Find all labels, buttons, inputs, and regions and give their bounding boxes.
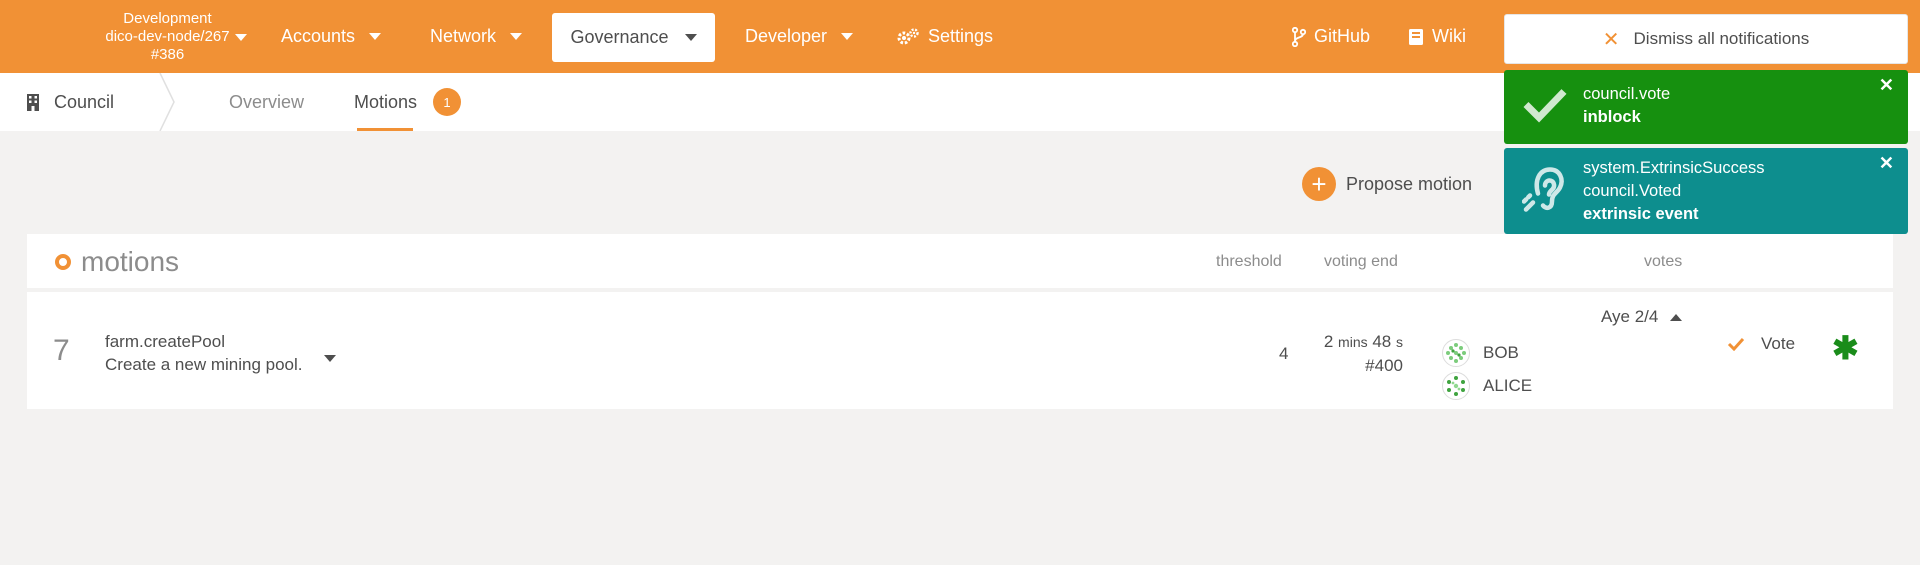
nav-settings[interactable]: Settings xyxy=(896,0,993,73)
chevron-down-icon xyxy=(369,33,382,40)
column-threshold: threshold xyxy=(1216,253,1282,270)
chevron-down-icon xyxy=(235,34,247,41)
block-number: #386 xyxy=(150,46,185,63)
nav-governance-label: Governance xyxy=(570,27,669,47)
propose-motion-label: Propose motion xyxy=(1346,173,1473,194)
motion-index: 7 xyxy=(53,334,70,367)
notification-status: extrinsic event xyxy=(1583,205,1699,223)
voter-name: ALICE xyxy=(1483,376,1533,395)
table-title: motions xyxy=(55,246,179,278)
expand-details-button[interactable] xyxy=(324,349,336,367)
motion-threshold: 4 xyxy=(1279,344,1289,363)
motions-table-header: motions threshold voting end votes xyxy=(27,234,1893,288)
chain-selector[interactable]: Development dico-dev-node/267 #386 xyxy=(90,10,247,64)
table-row: 7 farm.createPool Create a new mining po… xyxy=(27,292,1893,409)
chevron-down-icon xyxy=(841,33,854,40)
building-icon xyxy=(26,93,40,111)
column-votes: votes xyxy=(1644,253,1683,270)
voter-alice[interactable]: ALICE xyxy=(1442,372,1532,400)
notification-text: system.ExtrinsicSuccess council.Voted ex… xyxy=(1583,157,1765,226)
dismiss-all-notifications-button[interactable]: ✕ Dismiss all notifications xyxy=(1504,14,1908,64)
motion-voting-end: 2 mins 48 s #400 xyxy=(1324,330,1403,377)
close-notification-icon[interactable]: ✕ xyxy=(1879,75,1894,96)
voting-end-block: #400 xyxy=(1365,356,1403,375)
section-label: Council xyxy=(54,91,115,112)
aye-votes-toggle[interactable]: Aye 2/4 xyxy=(1601,307,1683,327)
gears-icon xyxy=(896,27,920,47)
notification-inblock: council.vote inblock ✕ xyxy=(1504,70,1908,144)
voter-name: BOB xyxy=(1483,343,1519,362)
notification-method: council.vote xyxy=(1583,85,1671,103)
node-version: dico-dev-node/267 xyxy=(105,28,230,45)
plus-icon: + xyxy=(1302,167,1336,201)
nav-developer[interactable]: Developer xyxy=(745,0,854,73)
nav-network[interactable]: Network xyxy=(430,0,523,73)
notification-extrinsic-event: system.ExtrinsicSuccess council.Voted ex… xyxy=(1504,148,1908,234)
identicon-avatar xyxy=(1442,372,1470,400)
chevron-up-icon xyxy=(1670,313,1683,321)
close-icon: ✕ xyxy=(1602,28,1620,51)
tab-motions-label: Motions xyxy=(354,91,418,112)
dismiss-all-label: Dismiss all notifications xyxy=(1633,29,1810,48)
nav-github-label: GitHub xyxy=(1314,26,1371,46)
chevron-down-icon xyxy=(510,33,523,40)
nav-developer-label: Developer xyxy=(745,26,828,46)
section-council[interactable]: Council xyxy=(26,73,114,131)
voter-bob[interactable]: BOB xyxy=(1442,339,1519,367)
tab-motions[interactable]: Motions 1 xyxy=(354,73,462,131)
tab-overview[interactable]: Overview xyxy=(229,73,304,131)
ear-icon xyxy=(1521,164,1568,219)
circle-icon xyxy=(55,254,71,270)
notification-event: council.Voted xyxy=(1583,182,1682,200)
notification-text: council.vote inblock xyxy=(1583,83,1670,129)
vote-button-label: Vote xyxy=(1761,334,1796,353)
column-voting-end: voting end xyxy=(1324,253,1398,270)
book-icon xyxy=(1408,28,1424,46)
nav-settings-label: Settings xyxy=(928,26,994,46)
chain-name: Development xyxy=(123,10,212,27)
motion-call: farm.createPool Create a new mining pool… xyxy=(105,330,303,376)
vote-button[interactable]: Vote xyxy=(1727,334,1795,354)
identicon-avatar xyxy=(1442,339,1470,367)
check-icon xyxy=(1727,337,1745,351)
motions-count-badge: 1 xyxy=(433,88,462,116)
chevron-down-icon xyxy=(324,355,336,362)
propose-motion-button[interactable]: + Propose motion xyxy=(1302,167,1472,201)
nav-governance[interactable]: Governance xyxy=(552,13,715,62)
motion-description: Create a new mining pool. xyxy=(105,355,303,374)
aye-count: Aye 2/4 xyxy=(1601,307,1659,326)
close-notification-icon[interactable]: ✕ xyxy=(1879,153,1894,174)
nav-github[interactable]: GitHub xyxy=(1292,0,1370,73)
notification-method: system.ExtrinsicSuccess xyxy=(1583,159,1765,177)
notification-status: inblock xyxy=(1583,108,1641,126)
nav-network-label: Network xyxy=(430,26,497,46)
code-branch-icon xyxy=(1292,26,1306,47)
voting-end-time: 2 mins 48 s xyxy=(1323,332,1403,351)
tab-overview-label: Overview xyxy=(229,91,305,112)
breadcrumb-separator xyxy=(159,73,175,131)
chevron-down-icon xyxy=(684,34,697,41)
motion-method: farm.createPool xyxy=(105,332,225,351)
check-icon xyxy=(1522,87,1568,128)
asterisk-icon: ✱ xyxy=(1832,330,1859,366)
nav-accounts-label: Accounts xyxy=(281,26,356,46)
table-title-text: motions xyxy=(81,246,180,277)
nav-accounts[interactable]: Accounts xyxy=(281,0,382,73)
active-tab-indicator xyxy=(357,128,413,131)
nav-wiki[interactable]: Wiki xyxy=(1408,0,1466,73)
nav-wiki-label: Wiki xyxy=(1432,26,1466,46)
